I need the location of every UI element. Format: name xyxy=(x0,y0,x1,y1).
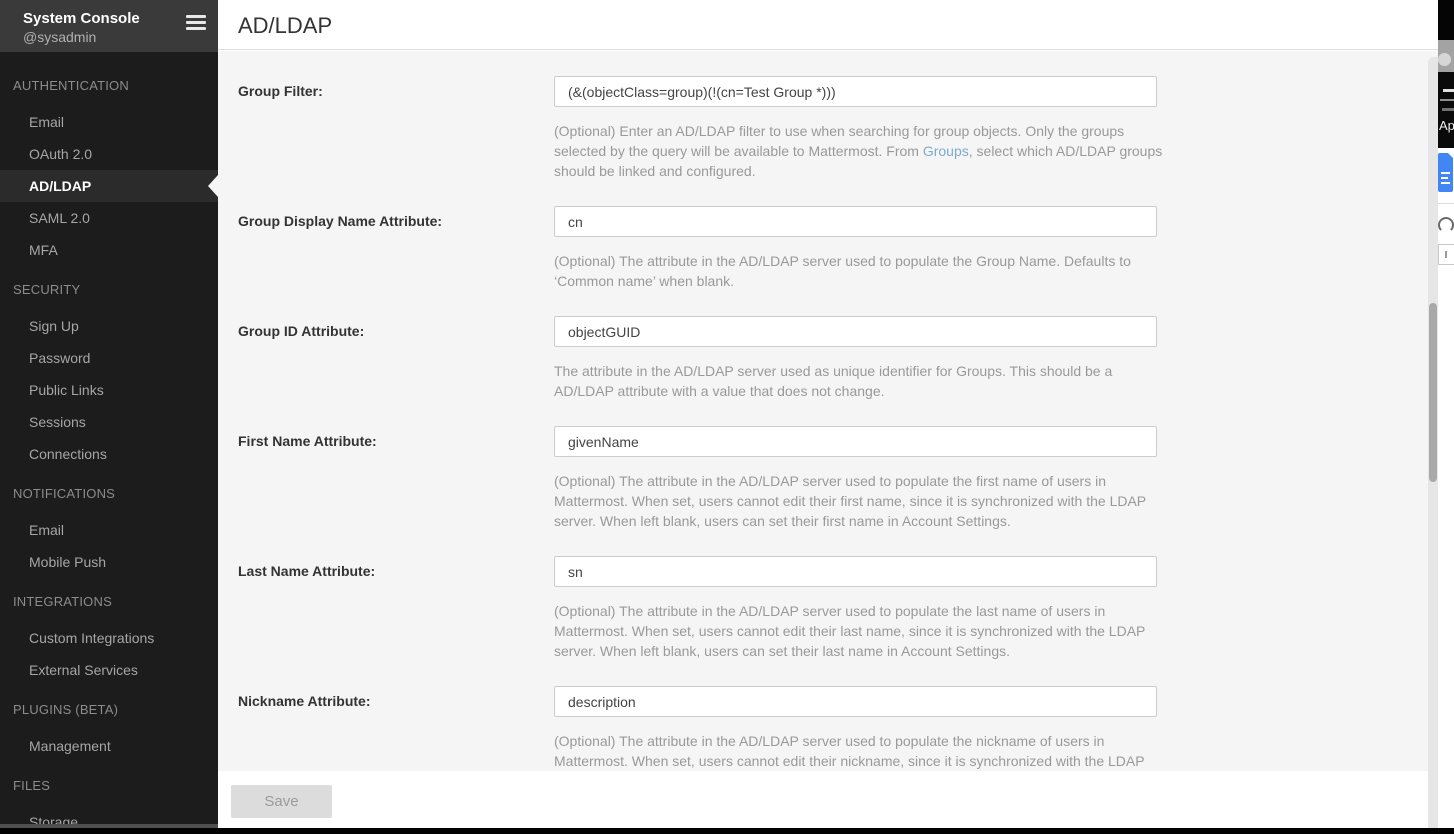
sidebar-item-email[interactable]: Email xyxy=(0,106,218,138)
background-window-menubar: Ap xyxy=(1438,72,1454,148)
settings-form: Group Filter: (Optional) Enter an AD/LDA… xyxy=(218,51,1438,771)
sidebar-section-label: PLUGINS (BETA) xyxy=(0,702,218,718)
sidebar-item-sign-up[interactable]: Sign Up xyxy=(0,310,218,342)
form-row: Nickname Attribute: (Optional) The attri… xyxy=(238,686,1438,771)
sidebar-item-management[interactable]: Management xyxy=(0,730,218,762)
sidebar-section-label: NOTIFICATIONS xyxy=(0,486,218,502)
field-input[interactable] xyxy=(554,556,1157,587)
background-window-body xyxy=(1438,204,1454,827)
menu-text-fragment xyxy=(1443,89,1454,92)
form-row: Group ID Attribute: The attribute in the… xyxy=(238,316,1438,401)
main-pane: AD/LDAP Group Filter: (Optional) Enter a… xyxy=(218,0,1438,828)
sidebar-section-label: INTEGRATIONS xyxy=(0,594,218,610)
field-column: (Optional) The attribute in the AD/LDAP … xyxy=(554,556,1438,661)
field-column: (Optional) The attribute in the AD/LDAP … xyxy=(554,426,1438,531)
undo-arc-icon xyxy=(1438,217,1454,233)
field-column: (Optional) The attribute in the AD/LDAP … xyxy=(554,686,1438,771)
sidebar-section-label: FILES xyxy=(0,778,218,794)
background-window-docbar xyxy=(1438,148,1454,203)
groups-link[interactable]: Groups xyxy=(923,143,969,159)
scrollbar-thumb[interactable] xyxy=(1429,303,1437,482)
sidebar-section: SECURITY Sign Up Password Public Links S… xyxy=(0,282,218,470)
app-root: System Console @sysadmin AUTHENTICATION … xyxy=(0,0,1454,834)
sidebar-item-ad-ldap[interactable]: AD/LDAP xyxy=(0,170,218,202)
sidebar-header: System Console @sysadmin xyxy=(0,0,218,52)
field-input[interactable] xyxy=(554,316,1157,347)
field-help-text: (Optional) The attribute in the AD/LDAP … xyxy=(554,731,1166,771)
field-help-text: (Optional) The attribute in the AD/LDAP … xyxy=(554,471,1166,531)
sidebar-item-custom-integrations[interactable]: Custom Integrations xyxy=(0,622,218,654)
background-window-titlebar xyxy=(1438,0,1454,40)
save-button[interactable]: Save xyxy=(231,785,332,818)
field-column: (Optional) The attribute in the AD/LDAP … xyxy=(554,206,1438,291)
sidebar-section: INTEGRATIONS Custom Integrations Externa… xyxy=(0,594,218,686)
page-header: AD/LDAP xyxy=(218,0,1438,50)
field-label: Group Display Name Attribute: xyxy=(238,206,554,291)
footer-bar: Save xyxy=(218,771,1438,828)
sidebar-item-oauth-2-0[interactable]: OAuth 2.0 xyxy=(0,138,218,170)
field-label: First Name Attribute: xyxy=(238,426,554,531)
field-input[interactable] xyxy=(554,76,1157,107)
document-icon[interactable] xyxy=(1438,153,1453,192)
menu-icon[interactable] xyxy=(186,15,206,33)
field-input[interactable] xyxy=(554,426,1157,457)
menu-text-fragment xyxy=(1442,108,1454,111)
sidebar: System Console @sysadmin AUTHENTICATION … xyxy=(0,0,218,834)
sidebar-section: NOTIFICATIONS Email Mobile Push xyxy=(0,486,218,578)
sidebar-section-label: SECURITY xyxy=(0,282,218,298)
console-username: @sysadmin xyxy=(23,28,140,46)
text-cursor-mark xyxy=(1445,251,1447,258)
partial-toolbar-control xyxy=(1438,244,1454,265)
field-label: Nickname Attribute: xyxy=(238,686,554,771)
sidebar-section: AUTHENTICATION Email OAuth 2.0 AD/LDAP S… xyxy=(0,78,218,266)
sidebar-section-label: AUTHENTICATION xyxy=(0,78,218,94)
background-window-toolbar xyxy=(1438,40,1454,72)
sidebar-nav: AUTHENTICATION Email OAuth 2.0 AD/LDAP S… xyxy=(0,52,218,834)
sidebar-item-connections[interactable]: Connections xyxy=(0,438,218,470)
field-column: The attribute in the AD/LDAP server used… xyxy=(554,316,1438,401)
field-column: (Optional) Enter an AD/LDAP filter to us… xyxy=(554,76,1438,181)
console-title: System Console xyxy=(23,9,140,28)
bottom-window-edge xyxy=(0,828,1454,834)
sidebar-section: PLUGINS (BETA) Management xyxy=(0,702,218,762)
field-help-text: The attribute in the AD/LDAP server used… xyxy=(554,361,1166,401)
field-help-text: (Optional) The attribute in the AD/LDAP … xyxy=(554,601,1166,661)
form-row: Group Display Name Attribute: (Optional)… xyxy=(238,206,1438,291)
menu-text-fragment xyxy=(1440,99,1454,101)
sidebar-item-external-services[interactable]: External Services xyxy=(0,654,218,686)
form-row: Last Name Attribute: (Optional) The attr… xyxy=(238,556,1438,661)
sidebar-item-saml-2-0[interactable]: SAML 2.0 xyxy=(0,202,218,234)
field-input[interactable] xyxy=(554,686,1157,717)
field-help-text: (Optional) The attribute in the AD/LDAP … xyxy=(554,251,1166,291)
form-row: Group Filter: (Optional) Enter an AD/LDA… xyxy=(238,76,1438,181)
sidebar-item-mfa[interactable]: MFA xyxy=(0,234,218,266)
sidebar-header-titles: System Console @sysadmin xyxy=(23,9,140,46)
field-input[interactable] xyxy=(554,206,1157,237)
avatar-icon xyxy=(1438,53,1451,66)
sidebar-item-public-links[interactable]: Public Links xyxy=(0,374,218,406)
sidebar-item-sessions[interactable]: Sessions xyxy=(0,406,218,438)
field-label: Last Name Attribute: xyxy=(238,556,554,661)
field-label: Group Filter: xyxy=(238,76,554,181)
main-vertical-scrollbar[interactable] xyxy=(1428,57,1438,828)
form-row: First Name Attribute: (Optional) The att… xyxy=(238,426,1438,531)
sidebar-item-mobile-push[interactable]: Mobile Push xyxy=(0,546,218,578)
field-help-text: (Optional) Enter an AD/LDAP filter to us… xyxy=(554,121,1166,181)
background-partial-text: Ap xyxy=(1439,118,1454,133)
field-label: Group ID Attribute: xyxy=(238,316,554,401)
page-title: AD/LDAP xyxy=(238,13,1438,39)
sidebar-item-email[interactable]: Email xyxy=(0,514,218,546)
sidebar-item-password[interactable]: Password xyxy=(0,342,218,374)
